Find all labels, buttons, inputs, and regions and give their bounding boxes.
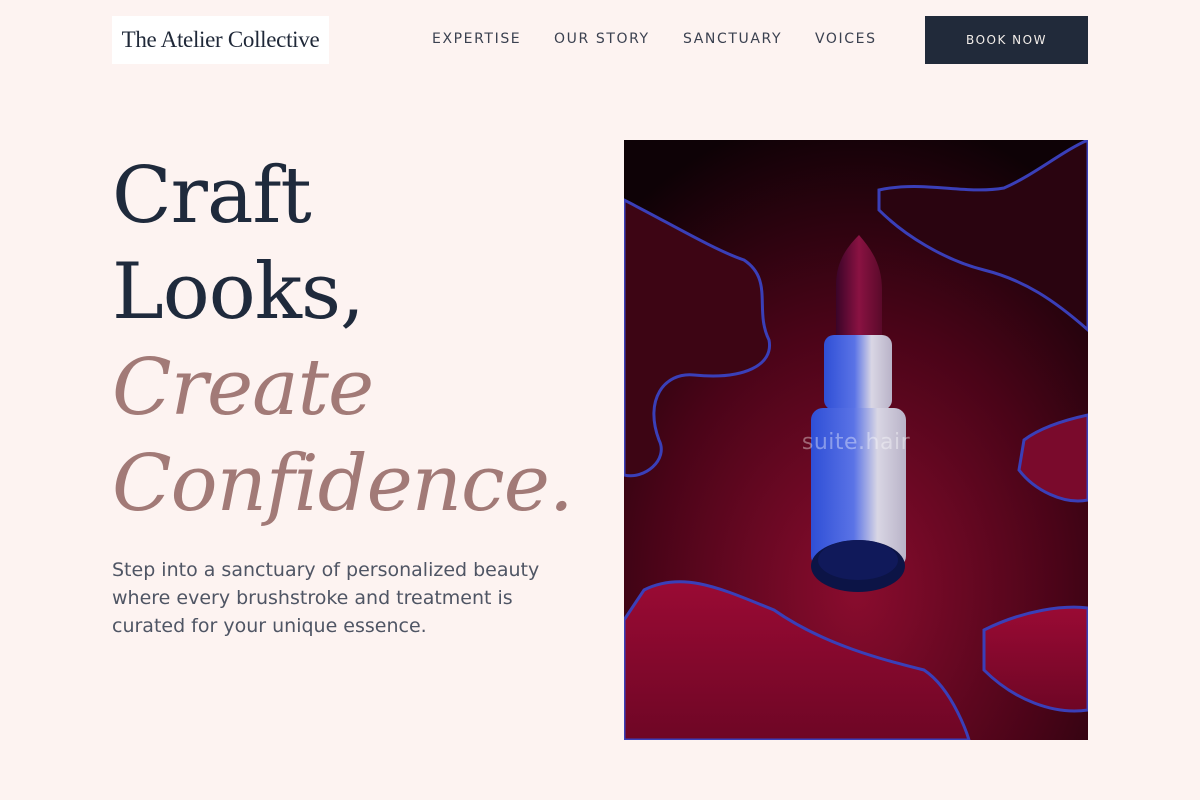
lipstick-tube-rim [818, 540, 898, 580]
image-watermark: suite.hair [801, 430, 911, 455]
nav-link-sanctuary[interactable]: SANCTUARY [683, 28, 782, 50]
hero-headline: Craft Looks, Create Confidence. [112, 148, 574, 532]
nav-link-voices[interactable]: VOICES [815, 28, 877, 50]
hero-image-lipstick: suite.hair [624, 140, 1088, 740]
hero-headline-accent-line-2: Confidence. [112, 439, 574, 529]
lipstick-inner-sleeve [824, 335, 892, 410]
nav-link-expertise[interactable]: EXPERTISE [432, 28, 521, 50]
hero-headline-line-2: Looks, [112, 247, 365, 337]
hero-tagline: Step into a sanctuary of personalized be… [112, 559, 540, 637]
book-now-button[interactable]: BOOK NOW [925, 16, 1088, 64]
hero-headline-accent-line-1: Create [112, 343, 374, 433]
nav-link-our-story[interactable]: OUR STORY [554, 28, 650, 50]
hero-headline-line-1: Craft [112, 151, 312, 241]
